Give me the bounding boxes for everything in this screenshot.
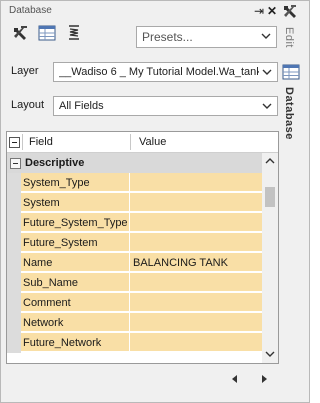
field-value[interactable] (130, 273, 262, 292)
chevron-down-icon (261, 33, 271, 39)
tab-database[interactable]: Database (283, 87, 295, 140)
field-name: Future_System (21, 233, 130, 252)
table-row[interactable]: Future_Network (7, 333, 262, 353)
layer-dropdown[interactable]: __Wadiso 6 _ My Tutorial Model.Wa_tank (53, 62, 278, 82)
row-gutter (7, 233, 21, 253)
layer-value: __Wadiso 6 _ My Tutorial Model.Wa_tank (59, 66, 259, 78)
layout-value: All Fields (59, 100, 104, 112)
previous-record-icon[interactable] (229, 373, 241, 385)
pin-icon[interactable]: ⇥ (254, 4, 264, 18)
field-name: System (21, 193, 130, 212)
header-divider (130, 134, 131, 150)
field-name: Network (21, 313, 130, 332)
category-label: Descriptive (25, 157, 85, 169)
database-panel: Database ⇥ ✕ Presets... Edit Database La… (0, 0, 310, 403)
field-value[interactable] (130, 193, 262, 212)
field-name: Name (21, 253, 130, 272)
header-divider (22, 134, 23, 150)
row-gutter (7, 213, 21, 233)
row-gutter (7, 313, 21, 333)
field-name: Sub_Name (21, 273, 130, 292)
row-gutter (7, 293, 21, 313)
layout-label: Layout (11, 99, 45, 111)
value-column-header[interactable]: Value (139, 132, 166, 152)
table-row[interactable]: Network (7, 313, 262, 333)
presets-label: Presets... (142, 30, 193, 44)
grid-header: Field Value (7, 132, 278, 153)
table-row[interactable]: System (7, 193, 262, 213)
field-name: Future_System_Type (21, 213, 130, 232)
chevron-down-icon (262, 69, 272, 75)
table-icon[interactable] (36, 22, 58, 44)
hammer-wrench-icon[interactable] (281, 2, 299, 20)
property-grid: Field Value Descriptive System_Type Syst… (6, 131, 279, 364)
field-value[interactable]: BALANCING TANK (130, 253, 262, 272)
row-gutter (7, 273, 21, 293)
scrollbar-thumb[interactable] (265, 187, 275, 207)
table-row[interactable]: Comment (7, 293, 262, 313)
field-value[interactable] (130, 313, 262, 332)
category-row[interactable]: Descriptive (7, 153, 262, 173)
next-record-icon[interactable] (258, 373, 270, 385)
field-name: Future_Network (21, 333, 130, 352)
presets-dropdown[interactable]: Presets... (136, 26, 277, 48)
row-gutter (7, 193, 21, 213)
spring-icon[interactable] (63, 22, 85, 44)
field-value[interactable] (130, 293, 262, 312)
field-value[interactable] (130, 213, 262, 232)
field-name: Comment (21, 293, 130, 312)
layer-table-icon[interactable] (281, 62, 301, 82)
panel-title: Database (9, 5, 52, 16)
layout-dropdown[interactable]: All Fields (53, 96, 278, 116)
tools-icon[interactable] (10, 22, 32, 44)
table-row[interactable]: Sub_Name (7, 273, 262, 293)
field-name: System_Type (21, 173, 130, 192)
row-gutter (7, 173, 21, 193)
layer-label: Layer (11, 65, 39, 77)
chevron-down-icon (262, 103, 272, 109)
row-gutter (7, 253, 21, 273)
scroll-down-icon[interactable] (265, 349, 275, 359)
row-gutter (7, 333, 21, 353)
collapse-all-icon[interactable] (9, 137, 20, 148)
field-column-header[interactable]: Field (29, 132, 53, 152)
field-value[interactable] (130, 173, 262, 192)
table-row[interactable]: Name BALANCING TANK (7, 253, 262, 273)
collapse-icon[interactable] (10, 158, 21, 169)
scroll-up-icon[interactable] (265, 156, 275, 166)
tab-edit[interactable]: Edit (283, 27, 295, 48)
vertical-scrollbar[interactable] (262, 153, 278, 363)
field-value[interactable] (130, 233, 262, 252)
field-value[interactable] (130, 333, 262, 352)
table-row[interactable]: System_Type (7, 173, 262, 193)
table-row[interactable]: Future_System (7, 233, 262, 253)
close-icon[interactable]: ✕ (267, 4, 277, 18)
table-row[interactable]: Future_System_Type (7, 213, 262, 233)
